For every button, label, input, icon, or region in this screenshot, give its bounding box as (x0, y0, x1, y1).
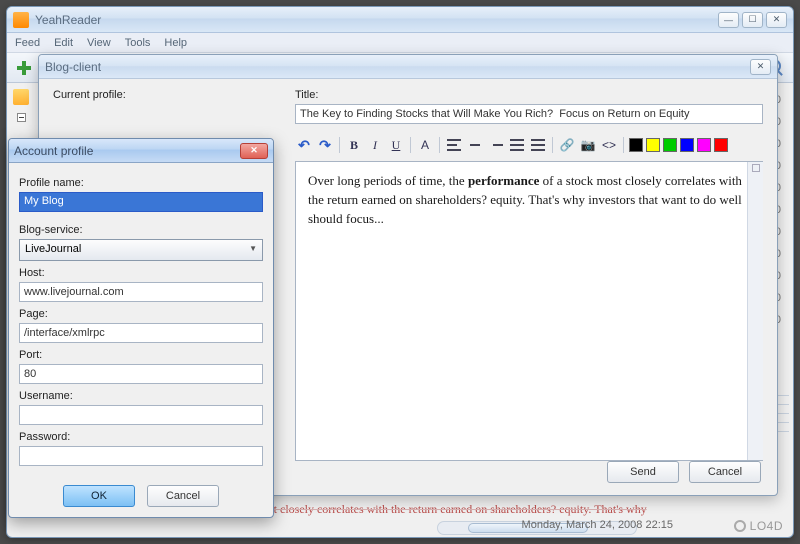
menu-edit[interactable]: Edit (54, 37, 73, 49)
undo-button[interactable]: ↶ (295, 136, 313, 154)
send-button[interactable]: Send (607, 461, 679, 483)
blog-dialog-title: Blog-client (45, 60, 750, 74)
body-text-pre: Over long periods of time, the (308, 173, 468, 188)
image-button[interactable]: 📷 (579, 136, 597, 154)
profile-name-label: Profile name: (19, 177, 263, 189)
watermark: LO4D (734, 519, 783, 533)
account-cancel-button[interactable]: Cancel (147, 485, 219, 507)
color-yellow[interactable] (646, 138, 660, 152)
color-black[interactable] (629, 138, 643, 152)
number-list-button[interactable] (529, 136, 547, 154)
username-input[interactable] (19, 405, 263, 425)
post-body-editor[interactable]: Over long periods of time, the performan… (295, 161, 763, 461)
scroll-arrow-up-icon[interactable] (752, 164, 760, 172)
underline-button[interactable]: U (387, 136, 405, 154)
menu-view[interactable]: View (87, 37, 111, 49)
body-text-bold: performance (468, 173, 539, 188)
menu-feed[interactable]: Feed (15, 37, 40, 49)
editor-scrollbar[interactable] (747, 162, 763, 460)
status-bar-date: Monday, March 24, 2008 22:15 (522, 519, 673, 531)
blog-close-button[interactable]: ✕ (750, 59, 771, 75)
link-button[interactable]: 🔗 (558, 136, 576, 154)
tree-expand-icon[interactable] (17, 113, 26, 122)
blog-service-label: Blog-service: (19, 224, 263, 236)
account-dialog-title: Account profile (14, 144, 240, 158)
page-label: Page: (19, 308, 263, 320)
separator (339, 137, 340, 153)
plus-icon (17, 61, 31, 75)
maximize-button[interactable]: ☐ (742, 12, 763, 28)
username-label: Username: (19, 390, 263, 402)
italic-button[interactable]: I (366, 136, 384, 154)
font-button[interactable]: A (416, 136, 434, 154)
port-label: Port: (19, 349, 263, 361)
add-feed-button[interactable] (13, 57, 35, 79)
menubar: Feed Edit View Tools Help (7, 33, 793, 53)
post-title-label: Title: (295, 89, 763, 101)
account-profile-dialog: Account profile ✕ Profile name: My Blog … (8, 138, 274, 518)
main-titlebar[interactable]: YeahReader — ☐ ✕ (7, 7, 793, 33)
host-label: Host: (19, 267, 263, 279)
blog-cancel-button[interactable]: Cancel (689, 461, 761, 483)
post-title-input[interactable] (295, 104, 763, 124)
color-magenta[interactable] (697, 138, 711, 152)
align-left-button[interactable] (445, 136, 463, 154)
minimize-button[interactable]: — (718, 12, 739, 28)
editor-toolbar: ↶ ↷ B I U A 🔗 📷 <> (295, 133, 763, 157)
password-label: Password: (19, 431, 263, 443)
align-center-button[interactable] (466, 136, 484, 154)
watermark-icon (734, 520, 746, 532)
separator (439, 137, 440, 153)
background-article-text: a stock most closely correlates with the… (217, 502, 777, 517)
current-profile-label: Current profile: (53, 89, 253, 101)
color-green[interactable] (663, 138, 677, 152)
bullet-list-button[interactable] (508, 136, 526, 154)
app-title: YeahReader (35, 13, 718, 27)
account-titlebar[interactable]: Account profile ✕ (9, 139, 273, 163)
host-input[interactable] (19, 282, 263, 302)
profile-name-input[interactable]: My Blog (19, 192, 263, 212)
port-input[interactable] (19, 364, 263, 384)
password-input[interactable] (19, 446, 263, 466)
redo-button[interactable]: ↷ (316, 136, 334, 154)
color-blue[interactable] (680, 138, 694, 152)
blog-titlebar[interactable]: Blog-client ✕ (39, 55, 777, 79)
html-button[interactable]: <> (600, 136, 618, 154)
separator (623, 137, 624, 153)
color-red[interactable] (714, 138, 728, 152)
bold-button[interactable]: B (345, 136, 363, 154)
ok-button[interactable]: OK (63, 485, 135, 507)
menu-help[interactable]: Help (164, 37, 187, 49)
separator (410, 137, 411, 153)
folder-icon (13, 89, 29, 105)
separator (552, 137, 553, 153)
page-input[interactable] (19, 323, 263, 343)
align-right-button[interactable] (487, 136, 505, 154)
blog-service-select[interactable]: LiveJournal (19, 239, 263, 261)
app-icon (13, 12, 29, 28)
close-button[interactable]: ✕ (766, 12, 787, 28)
account-close-button[interactable]: ✕ (240, 143, 268, 159)
menu-tools[interactable]: Tools (125, 37, 151, 49)
